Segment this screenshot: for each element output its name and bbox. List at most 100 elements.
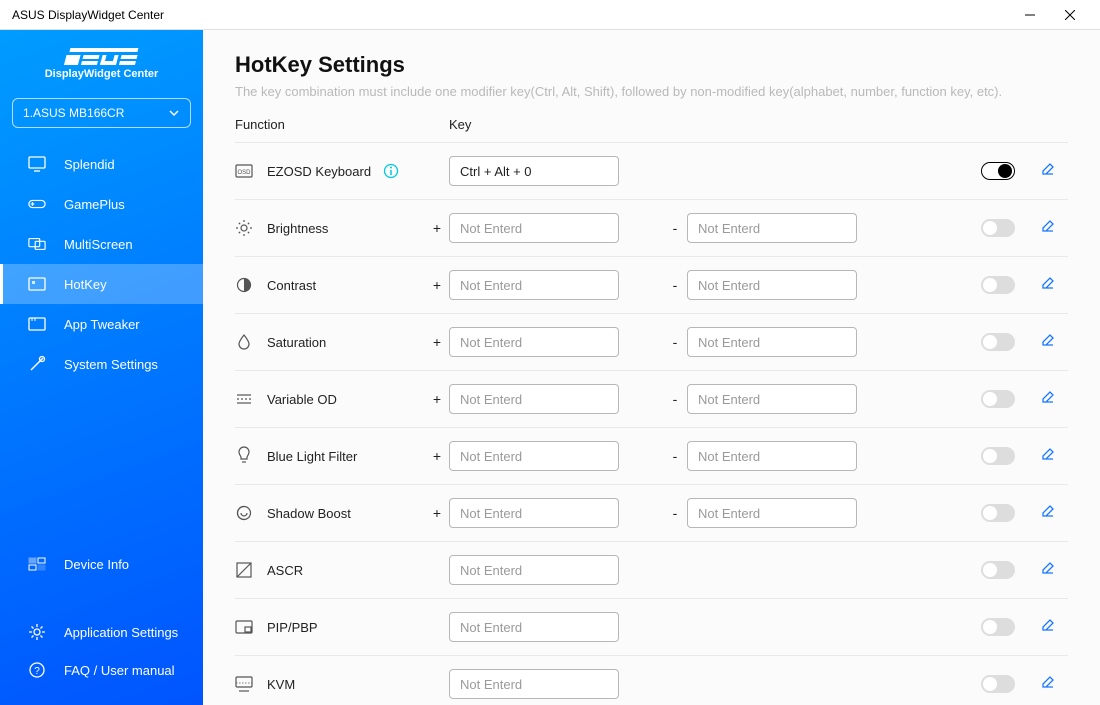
sidebar-item-apptweaker[interactable]: App Tweaker [0,304,203,344]
function-label: Brightness [267,221,328,236]
svg-text:?: ? [34,666,40,677]
key-input-cell [449,441,619,471]
edit-icon[interactable] [1040,161,1056,182]
sidebar-item-gameplus[interactable]: GamePlus [0,184,203,224]
hotkey-input[interactable] [449,156,619,186]
sidebar-item-systemsettings[interactable]: System Settings [0,344,203,384]
edit-icon[interactable] [1040,446,1056,467]
shadowboost-icon [235,504,253,522]
hotkey-input[interactable] [449,384,619,414]
window-title: ASUS DisplayWidget Center [12,8,1010,22]
sidebar-item-multiscreen[interactable]: MultiScreen [0,224,203,264]
minus-sign: - [663,220,687,236]
enable-toggle[interactable] [981,675,1015,693]
sidebar-item-label: Device Info [64,557,129,572]
column-headers: Function Key [235,117,1068,142]
minus-sign: - [663,505,687,521]
sidebar-item-deviceinfo[interactable]: Device Info [0,545,203,583]
edit-icon[interactable] [1040,218,1056,239]
plus-sign: + [425,448,449,464]
info-icon[interactable] [383,163,399,179]
hotkey-input-decrease[interactable] [687,441,857,471]
edit-icon[interactable] [1040,617,1056,638]
window-close-button[interactable] [1050,0,1090,29]
edit-cell [1028,503,1068,524]
key-input-cell [449,156,619,186]
enable-toggle[interactable] [981,390,1015,408]
edit-icon[interactable] [1040,560,1056,581]
enable-toggle[interactable] [981,219,1015,237]
edit-cell [1028,560,1068,581]
window-controls [1010,0,1090,29]
function-label: EZOSD Keyboard [267,164,371,179]
hotkey-input[interactable] [449,327,619,357]
enable-toggle[interactable] [981,276,1015,294]
hotkey-row: Shadow Boost+- [235,484,1068,541]
hotkey-input-decrease[interactable] [687,213,857,243]
edit-icon[interactable] [1040,332,1056,353]
apptweaker-icon [28,315,46,333]
sidebar-item-appsettings[interactable]: Application Settings [0,613,203,651]
sidebar-item-faq[interactable]: ? FAQ / User manual [0,651,203,689]
hotkey-row: Contrast+- [235,256,1068,313]
toggle-cell [968,333,1028,351]
plus-sign: + [425,391,449,407]
hotkey-input[interactable] [449,498,619,528]
edit-icon[interactable] [1040,503,1056,524]
window-minimize-button[interactable] [1010,0,1050,29]
enable-toggle[interactable] [981,333,1015,351]
function-cell: PIP/PBP [235,618,425,636]
asus-logo-icon [63,46,141,66]
plus-sign: + [425,505,449,521]
hotkey-row: Variable OD+ - [235,370,1068,427]
monitor-icon [28,155,46,173]
enable-toggle[interactable] [981,447,1015,465]
sidebar-lower: Device Info Application Settings ? FAQ /… [0,545,203,705]
main-content: HotKey Settings The key combination must… [203,30,1100,705]
sidebar-item-hotkey[interactable]: HotKey [0,264,203,304]
sidebar-item-splendid[interactable]: Splendid [0,144,203,184]
device-select-dropdown[interactable]: 1.ASUS MB166CR [12,98,191,128]
hotkey-input-decrease[interactable] [687,384,857,414]
function-cell: Brightness [235,219,425,237]
page-subtitle: The key combination must include one mod… [235,84,1068,99]
key-input-cell-2 [687,384,857,414]
minus-sign: - [663,391,687,407]
edit-cell [1028,617,1068,638]
sidebar-item-label: MultiScreen [64,237,133,252]
hotkey-input-decrease[interactable] [687,327,857,357]
key-input-cell-2 [687,441,857,471]
sidebar-item-label: FAQ / User manual [64,663,175,678]
ascr-icon [235,561,253,579]
toggle-cell [968,447,1028,465]
hotkey-input[interactable] [449,213,619,243]
hotkey-input[interactable] [449,669,619,699]
hotkey-input[interactable] [449,441,619,471]
hotkey-input[interactable] [449,555,619,585]
hotkey-input-decrease[interactable] [687,270,857,300]
toggle-cell [968,618,1028,636]
edit-cell [1028,332,1068,353]
edit-cell [1028,674,1068,695]
hotkey-input[interactable] [449,270,619,300]
tools-icon [28,355,46,373]
gear-icon [28,623,46,641]
toggle-cell [968,219,1028,237]
edit-icon[interactable] [1040,275,1056,296]
hotkey-input[interactable] [449,612,619,642]
function-cell: Variable OD [235,390,425,408]
edit-icon[interactable] [1040,674,1056,695]
hotkey-row: Brightness+- [235,199,1068,256]
sidebar-item-label: App Tweaker [64,317,140,332]
enable-toggle[interactable] [981,162,1015,180]
function-cell: ASCR [235,561,425,579]
edit-icon[interactable] [1040,389,1056,410]
enable-toggle[interactable] [981,561,1015,579]
enable-toggle[interactable] [981,618,1015,636]
enable-toggle[interactable] [981,504,1015,522]
key-input-cell [449,498,619,528]
hotkey-input-decrease[interactable] [687,498,857,528]
hotkey-row: ASCR [235,541,1068,598]
key-input-cell [449,327,619,357]
edit-cell [1028,161,1068,182]
